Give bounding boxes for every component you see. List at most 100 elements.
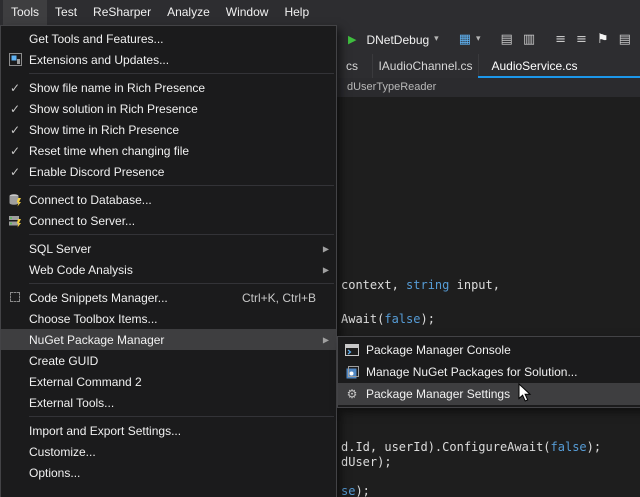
menu-separator [29,234,334,235]
menu-item-sql-server[interactable]: SQL Server ▶ [1,238,336,259]
menubar-item-test[interactable]: Test [47,0,85,25]
menu-item-label: Create GUID [29,354,330,368]
tools-menu: Get Tools and Features... Extensions and… [0,25,337,497]
menu-item-extensions-and-updates[interactable]: Extensions and Updates... [1,49,336,70]
tab-iaudiochannel[interactable]: IAudioChannel.cs [372,54,478,78]
menu-item-web-code-analysis[interactable]: Web Code Analysis ▶ [1,259,336,280]
menubar-item-window[interactable]: Window [218,0,277,25]
code-line: dUser); [341,455,392,469]
menu-item-connect-to-server[interactable]: Connect to Server... [1,210,336,231]
extensions-icon [1,53,29,66]
menu-item-label: Enable Discord Presence [29,165,330,179]
run-configuration-label[interactable]: DNetDebug [366,33,429,47]
submenu-item-label: Package Manager Console [366,343,640,357]
menu-item-label: Extensions and Updates... [29,53,330,67]
menu-item-reset-time-when-changing-file[interactable]: ✓ Reset time when changing file [1,140,336,161]
menu-item-label: Code Snippets Manager... [29,291,242,305]
code-token: d.Id, userId).ConfigureAwait( [341,440,551,454]
menu-item-code-snippets-manager[interactable]: Code Snippets Manager... Ctrl+K, Ctrl+B [1,287,336,308]
check-icon: ✓ [1,103,29,115]
menubar-item-resharper[interactable]: ReSharper [85,0,159,25]
submenu-item-package-manager-console[interactable]: Package Manager Console [338,339,640,361]
menu-item-external-tools[interactable]: External Tools... [1,392,336,413]
menu-item-options[interactable]: Options... [1,462,336,483]
code-snippets-icon [1,292,29,304]
menu-item-label: External Command 2 [29,375,330,389]
code-line: se); [341,484,370,497]
menu-item-external-command-2[interactable]: External Command 2 [1,371,336,392]
code-token-keyword: false [551,440,587,454]
menu-item-enable-discord-presence[interactable]: ✓ Enable Discord Presence [1,161,336,182]
breadcrumb[interactable]: dUserTypeReader [347,78,436,97]
code-token: ); [587,440,601,454]
menu-item-show-time-rich-presence[interactable]: ✓ Show time in Rich Presence [1,119,336,140]
menu-item-label: SQL Server [29,242,330,256]
check-icon: ✓ [1,166,29,178]
menu-item-show-solution-rich-presence[interactable]: ✓ Show solution in Rich Presence [1,98,336,119]
indent-lines-icon[interactable]: ≡ [555,33,566,46]
menubar-item-analyze[interactable]: Analyze [159,0,218,25]
menu-item-label: Show solution in Rich Presence [29,102,330,116]
menu-item-customize[interactable]: Customize... [1,441,336,462]
open-pane-icon[interactable]: ▤ [501,33,513,46]
submenu-item-label: Manage NuGet Packages for Solution... [366,365,640,379]
split-pane-icon[interactable]: ▥ [523,33,535,46]
menu-item-create-guid[interactable]: Create GUID [1,350,336,371]
code-token: ); [355,484,369,497]
menu-item-show-file-name-rich-presence[interactable]: ✓ Show file name in Rich Presence [1,77,336,98]
start-debug-icon[interactable]: ▶ [348,34,356,45]
menubar-item-tools[interactable]: Tools [3,0,47,25]
outdent-lines-icon[interactable]: ≡ [576,33,587,46]
menu-item-label: Web Code Analysis [29,263,330,277]
menu-item-nuget-package-manager[interactable]: NuGet Package Manager ▶ [1,329,336,350]
mouse-cursor [518,383,532,403]
visual-studio-window: Tools Test ReSharper Analyze Window Help… [0,0,640,497]
console-icon [338,344,366,357]
menubar: Tools Test ReSharper Analyze Window Help [0,0,640,25]
menu-item-label: Show file name in Rich Presence [29,81,330,95]
menu-item-shortcut: Ctrl+K, Ctrl+B [242,291,316,305]
code-line: Await(false); [341,312,435,326]
menu-item-choose-toolbox-items[interactable]: Choose Toolbox Items... [1,308,336,329]
menu-separator [29,185,334,186]
menu-item-label: Options... [29,466,330,480]
menu-item-label: Connect to Server... [29,214,330,228]
menu-item-label: Connect to Database... [29,193,330,207]
server-icon [1,214,29,228]
attach-process-icon[interactable]: ▦ [459,33,471,46]
check-icon: ✓ [1,124,29,136]
code-line: d.Id, userId).ConfigureAwait(false); [341,440,601,454]
submenu-arrow-icon: ▶ [323,335,329,344]
menu-item-label: Choose Toolbox Items... [29,312,330,326]
menu-item-label: Import and Export Settings... [29,424,330,438]
menu-item-label: Customize... [29,445,330,459]
submenu-item-manage-nuget-packages[interactable]: Manage NuGet Packages for Solution... [338,361,640,383]
code-token-keyword: false [384,312,420,326]
menu-item-connect-to-database[interactable]: Connect to Database... [1,189,336,210]
code-token-keyword: se [341,484,355,497]
attach-caret-icon[interactable]: ▾ [476,35,481,44]
run-configuration-caret-icon[interactable]: ▾ [434,35,439,44]
menu-item-get-tools-and-features[interactable]: Get Tools and Features... [1,28,336,49]
submenu-item-package-manager-settings[interactable]: ⚙ Package Manager Settings [338,383,640,405]
nuget-submenu: Package Manager Console Manage NuGet Pac… [337,336,640,408]
menu-item-import-export-settings[interactable]: Import and Export Settings... [1,420,336,441]
menu-item-label: Show time in Rich Presence [29,123,330,137]
menubar-item-help[interactable]: Help [276,0,317,25]
nuget-package-icon [338,366,366,379]
bookmark-icon[interactable]: ⚑ [597,33,609,46]
active-tab-underline [478,76,640,78]
submenu-arrow-icon: ▶ [323,265,329,274]
menu-item-label: External Tools... [29,396,330,410]
submenu-item-label: Package Manager Settings [366,387,640,401]
code-token: input, [449,278,500,292]
code-line: context, string input, [341,278,500,292]
tab-audioservice[interactable]: AudioService.cs [478,54,590,78]
code-token: Await( [341,312,384,326]
comment-icon[interactable]: ▤ [619,33,631,46]
code-token: context, [341,278,406,292]
menu-item-label: Get Tools and Features... [29,32,330,46]
database-icon [1,193,29,207]
code-token-keyword: string [406,278,449,292]
submenu-arrow-icon: ▶ [323,244,329,253]
